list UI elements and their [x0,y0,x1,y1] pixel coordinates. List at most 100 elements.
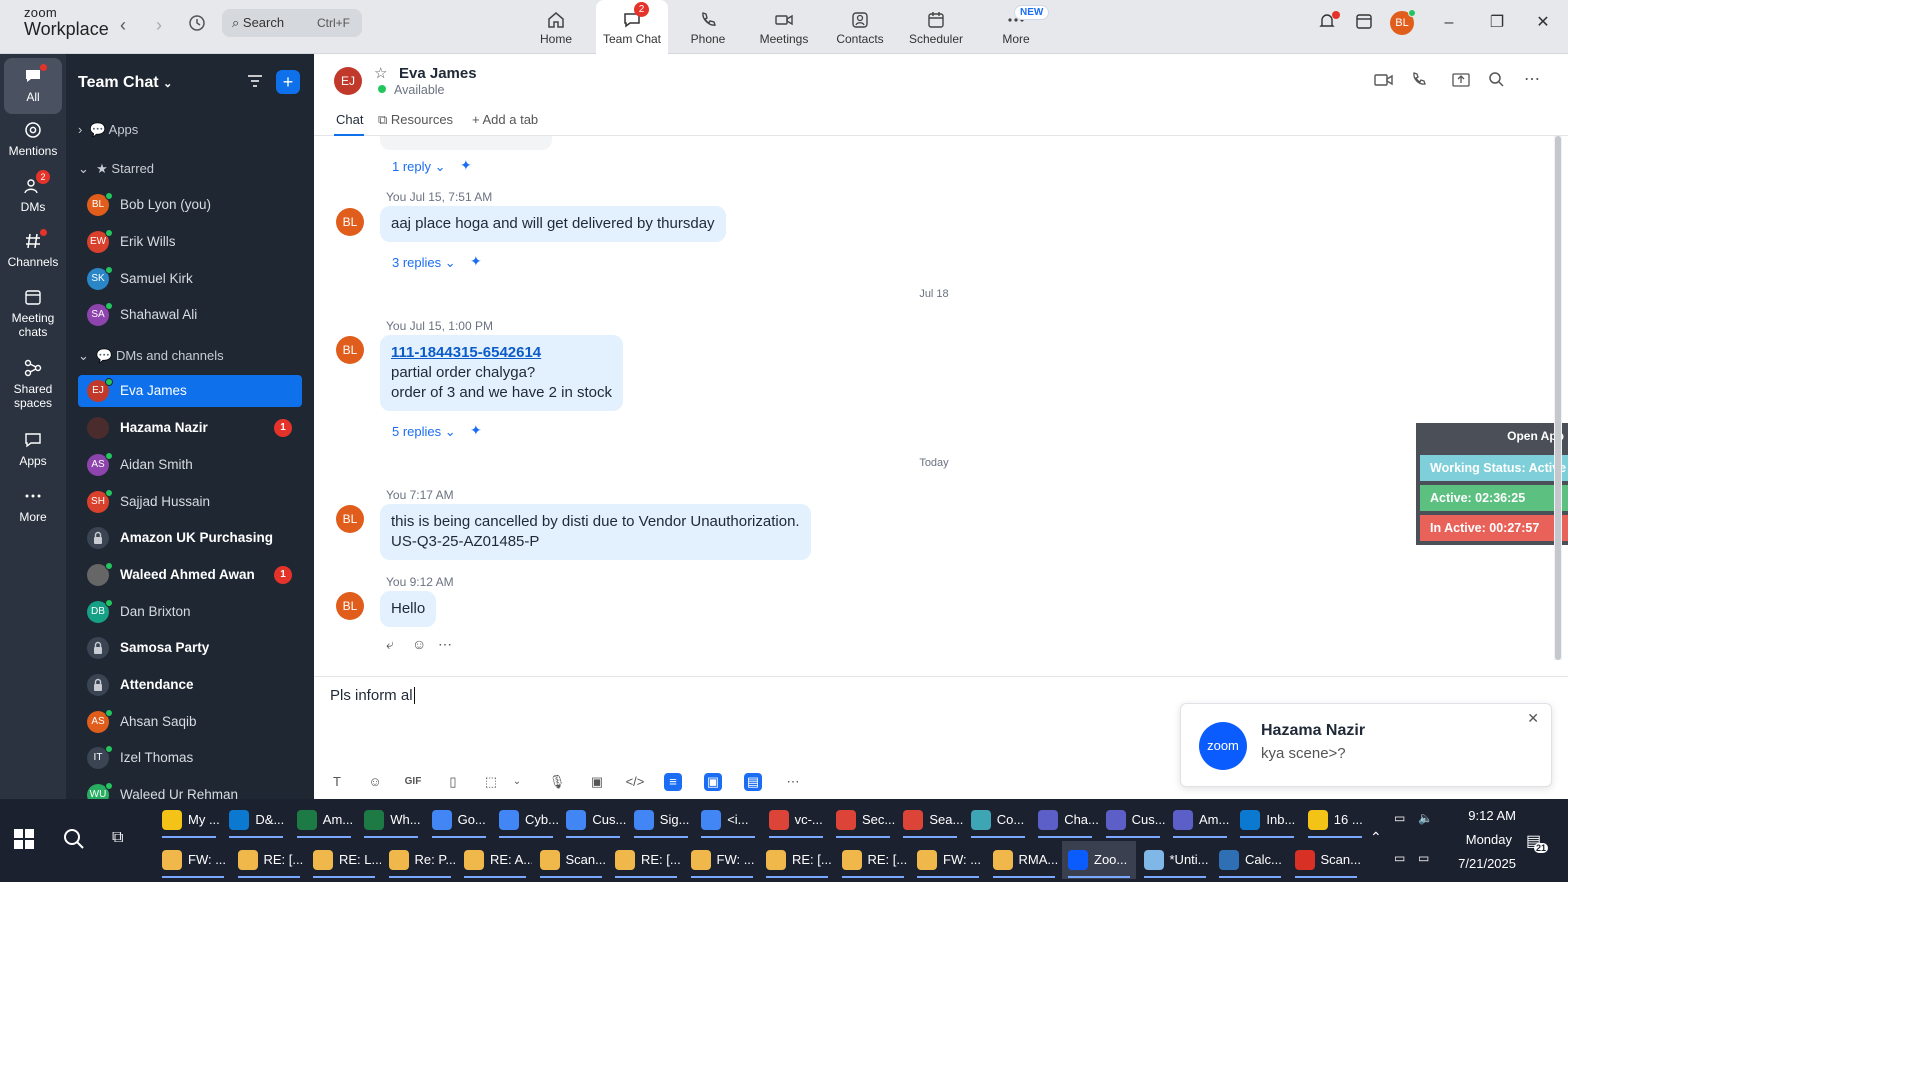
taskbar-app[interactable]: My ... [156,801,222,839]
sender-avatar[interactable]: BL [336,505,364,533]
close-icon[interactable]: ✕ [1527,710,1539,727]
taskbar-app[interactable]: *Unti... [1138,841,1212,879]
message-bubble[interactable]: Hello [380,591,437,627]
forward-arrow-icon[interactable]: › [148,14,170,36]
message-composer[interactable]: Pls inform al T ☺ GIF ▯ ⬚ ⌄ 🎙 ▣ </> ≡ ▣ … [314,676,1568,799]
scrollbar[interactable] [1554,136,1562,660]
file-icon[interactable]: ▯ [442,771,464,793]
taskbar-app[interactable]: Calc... [1213,841,1287,879]
taskbar-app[interactable]: Wh... [358,801,424,839]
app-docs-icon[interactable]: ≡ [664,773,682,791]
sidebar-item-eva-james[interactable]: EJ Eva James [78,375,302,407]
sender-avatar[interactable]: BL [336,208,364,236]
rail-all[interactable]: All [4,58,62,114]
taskbar-app[interactable]: RE: [... [836,841,910,879]
taskbar-app[interactable]: Co... [965,801,1031,839]
rail-more[interactable]: More [0,486,66,524]
taskbar-app[interactable]: Am... [291,801,357,839]
emoji-icon[interactable]: ☺ [364,771,386,793]
tab-resources[interactable]: ⧉ Resources [378,112,453,128]
taskbar-app[interactable]: Re: P... [383,841,457,879]
search-icon[interactable] [1488,71,1504,92]
tab-scheduler[interactable]: Scheduler [900,0,972,54]
sidebar-item-hazama-nazir[interactable]: Hazama Nazir 1 [78,412,302,444]
filter-icon[interactable] [246,72,264,95]
ai-sparkle-icon[interactable]: ✦ [470,422,482,439]
more-tools-icon[interactable]: ⋯ [782,771,804,793]
sidebar-item-bob-lyon[interactable]: BL Bob Lyon (you) [78,189,302,221]
reply-thread-icon[interactable]: ⤶ [386,636,394,653]
code-icon[interactable]: </> [624,771,646,793]
sidebar-title[interactable]: Team Chat ⌄ [78,74,172,92]
taskbar-app[interactable]: Sea... [897,801,963,839]
clock-time[interactable]: 9:12 AM [1440,808,1516,823]
replies-link[interactable]: 5 replies ⌄ [392,424,456,440]
message-input[interactable]: Pls inform al [330,687,415,704]
taskbar-app[interactable]: Cyb... [493,801,559,839]
sidebar-item-izel-thomas[interactable]: IT Izel Thomas [78,742,302,774]
sender-avatar[interactable]: BL [336,336,364,364]
chevron-down-icon[interactable]: ⌄ [506,771,528,793]
compose-button[interactable]: + [276,70,300,94]
rail-mentions[interactable]: Mentions [0,120,66,158]
taskbar-app[interactable]: Sec... [830,801,896,839]
task-view-icon[interactable]: ⧉ [112,829,123,847]
taskbar-app[interactable]: RE: [... [609,841,683,879]
tab-home[interactable]: Home [520,0,592,54]
app-chat-icon[interactable]: ▤ [744,773,762,791]
windows-start-icon[interactable] [14,829,34,854]
rail-apps[interactable]: Apps [0,430,66,468]
replies-link[interactable]: 1 reply ⌄ [392,159,446,175]
more-options-icon[interactable]: ⋯ [1524,69,1540,89]
tab-more[interactable]: NEW More [980,0,1052,54]
sidebar-item-dan-brixton[interactable]: DB Dan Brixton [78,596,302,628]
tab-contacts[interactable]: Contacts [824,0,896,54]
taskbar-app[interactable]: Cus... [1100,801,1166,839]
screenshot-icon[interactable]: ⬚ [480,771,502,793]
text-format-icon[interactable]: T [326,771,348,793]
scrollbar-thumb[interactable] [1555,136,1561,660]
contact-avatar[interactable]: EJ [334,67,362,95]
message-bubble[interactable]: 111-1844315-6542614 partial order chalyg… [380,335,623,411]
search-icon[interactable] [62,827,86,856]
taskbar-app[interactable]: Zoo... [1062,841,1136,879]
tab-team-chat[interactable]: 2 Team Chat [596,0,668,54]
back-arrow-icon[interactable]: ‹ [112,14,134,36]
bell-icon[interactable] [1316,11,1340,34]
video-call-icon[interactable] [1374,72,1394,93]
order-link[interactable]: 111-1844315-6542614 [391,343,612,363]
tab-phone[interactable]: Phone [672,0,744,54]
taskbar-app[interactable]: 16 ... [1302,801,1368,839]
sender-avatar[interactable]: BL [336,592,364,620]
taskbar-app[interactable]: Inb... [1234,801,1300,839]
sidebar-item-erik-wills[interactable]: EW Erik Wills [78,226,302,258]
taskbar-app[interactable]: FW: ... [685,841,759,879]
rail-meeting-chats[interactable]: Meeting chats [0,287,66,339]
message-more-icon[interactable]: ⋯ [438,636,452,653]
taskbar-app[interactable]: Scan... [1289,841,1363,879]
taskbar-app[interactable]: vc-... [763,801,829,839]
taskbar-app[interactable]: Scan... [534,841,608,879]
taskbar-app[interactable]: Cus... [560,801,626,839]
taskbar-app[interactable]: RE: L... [307,841,381,879]
sidebar-item-amazon-uk-purchasing[interactable]: Amazon UK Purchasing [78,522,302,554]
sidebar-item-samosa-party[interactable]: Samosa Party [78,632,302,664]
microphone-icon[interactable]: 🎙 [546,771,568,793]
taskbar-app[interactable]: RE: [... [232,841,306,879]
app-notes-icon[interactable]: ▣ [704,773,722,791]
network-icon[interactable]: ▭ [1394,851,1405,865]
search-box[interactable]: ⌕ Search Ctrl+F [222,9,362,37]
taskbar-app[interactable]: RE: [... [760,841,834,879]
sidebar-item-attendance[interactable]: Attendance [78,669,302,701]
message-bubble[interactable]: aaj place hoga and will get delivered by… [380,206,726,242]
history-icon[interactable] [186,14,208,36]
sidebar-item-waleed-ur-rehman[interactable]: WU Waleed Ur Rehman [78,779,302,799]
sidebar-item-waleed-ahmed-awan[interactable]: Waleed Ahmed Awan 1 [78,559,302,591]
clock-date[interactable]: 7/21/2025 [1440,856,1516,871]
sidebar-item-aidan-smith[interactable]: AS Aidan Smith [78,449,302,481]
taskbar-app[interactable]: D&... [223,801,289,839]
taskbar-app[interactable]: RE: A... [458,841,532,879]
tab-meetings[interactable]: Meetings [748,0,820,54]
ai-sparkle-icon[interactable]: ✦ [460,157,472,174]
sidebar-item-sajjad-hussain[interactable]: SH Sajjad Hussain [78,486,302,518]
